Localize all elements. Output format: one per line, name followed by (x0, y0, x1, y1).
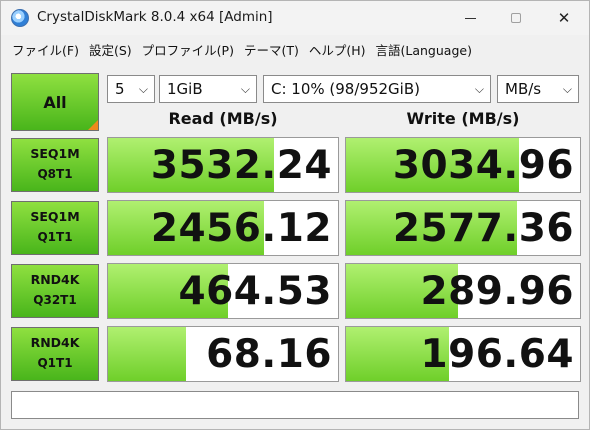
menu-settings[interactable]: 設定(S) (84, 37, 137, 61)
unit-value: MB/s (505, 80, 542, 98)
write-value: 2577.36 (392, 206, 574, 251)
write-result-rnd4k-q1t1: 196.64 (345, 326, 581, 382)
all-button-corner-marker (88, 120, 98, 130)
read-value: 464.53 (178, 269, 332, 314)
write-result-rnd4k-q32t1: 289.96 (345, 263, 581, 319)
menu-bar: ファイル(F) 設定(S) プロファイル(P) テーマ(T) ヘルプ(H) 言語… (1, 37, 589, 61)
comment-field[interactable] (11, 391, 579, 419)
menu-language[interactable]: 言語(Language) (371, 37, 477, 61)
chevron-down-icon: ⌵ (240, 82, 250, 96)
write-result-seq1m-q8t1: 3034.96 (345, 137, 581, 193)
all-button[interactable]: All (11, 73, 99, 131)
test-count-select[interactable]: 5 ⌵ (107, 75, 155, 103)
maximize-icon (511, 13, 521, 23)
app-window: CrystalDiskMark 8.0.4 x64 [Admin] ✕ ファイル… (0, 0, 590, 430)
read-result-seq1m-q8t1: 3532.24 (107, 137, 339, 193)
drive-select[interactable]: C: 10% (98/952GiB) ⌵ (263, 75, 491, 103)
menu-profile[interactable]: プロファイル(P) (137, 37, 239, 61)
test-size-value: 1GiB (167, 80, 203, 98)
read-value: 2456.12 (150, 206, 332, 251)
write-column-header: Write (MB/s) (406, 109, 520, 128)
test-name: RND4K (30, 335, 80, 350)
drive-value: C: 10% (98/952GiB) (271, 80, 420, 98)
menu-theme[interactable]: テーマ(T) (239, 37, 304, 61)
read-result-seq1m-q1t1: 2456.12 (107, 200, 339, 256)
chevron-down-icon: ⌵ (562, 82, 572, 96)
test-count-value: 5 (115, 80, 125, 98)
write-value: 3034.96 (392, 143, 574, 188)
read-result-rnd4k-q32t1: 464.53 (107, 263, 339, 319)
menu-help[interactable]: ヘルプ(H) (304, 37, 371, 61)
maximize-button[interactable] (493, 1, 539, 35)
test-button-seq1m-q8t1[interactable]: SEQ1M Q8T1 (11, 138, 99, 192)
write-result-seq1m-q1t1: 2577.36 (345, 200, 581, 256)
test-params: Q1T1 (37, 230, 73, 244)
test-name: SEQ1M (30, 209, 80, 224)
test-size-select[interactable]: 1GiB ⌵ (159, 75, 257, 103)
read-value: 68.16 (206, 332, 332, 377)
close-icon: ✕ (557, 9, 571, 27)
test-name: SEQ1M (30, 146, 80, 161)
test-params: Q8T1 (37, 167, 73, 181)
read-column-header: Read (MB/s) (168, 109, 278, 128)
write-value: 196.64 (420, 332, 574, 377)
all-button-label: All (43, 92, 67, 112)
write-value: 289.96 (420, 269, 574, 314)
test-name: RND4K (30, 272, 80, 287)
read-bar (108, 327, 187, 381)
chevron-down-icon: ⌵ (474, 82, 484, 96)
menu-file[interactable]: ファイル(F) (7, 37, 84, 61)
chevron-down-icon: ⌵ (138, 82, 148, 96)
test-params: Q1T1 (37, 356, 73, 370)
window-title: CrystalDiskMark 8.0.4 x64 [Admin] (37, 9, 273, 25)
test-button-rnd4k-q32t1[interactable]: RND4K Q32T1 (11, 264, 99, 318)
crystaldiskmark-app-icon (11, 9, 29, 27)
test-button-rnd4k-q1t1[interactable]: RND4K Q1T1 (11, 327, 99, 381)
test-params: Q32T1 (33, 293, 77, 307)
read-value: 3532.24 (150, 143, 332, 188)
close-button[interactable]: ✕ (541, 1, 587, 35)
read-result-rnd4k-q1t1: 68.16 (107, 326, 339, 382)
title-bar: CrystalDiskMark 8.0.4 x64 [Admin] ✕ (1, 1, 589, 35)
test-button-seq1m-q1t1[interactable]: SEQ1M Q1T1 (11, 201, 99, 255)
unit-select[interactable]: MB/s ⌵ (497, 75, 579, 103)
minimize-button[interactable] (447, 1, 493, 35)
minimize-icon (464, 17, 476, 19)
